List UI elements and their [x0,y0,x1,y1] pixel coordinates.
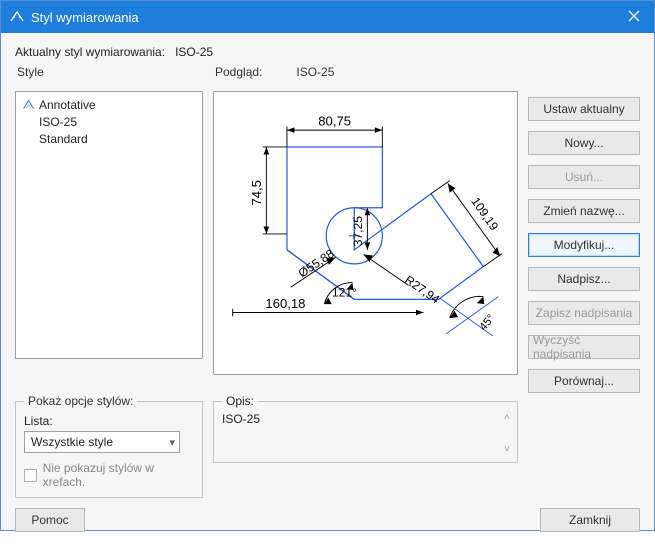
filter-legend: Pokaż opcje stylów: [24,394,137,408]
filter-group: Pokaż opcje stylów: Lista: Wszystkie sty… [15,401,203,498]
dim-label: R27,94 [402,273,442,307]
filter-combo-value: Wszystkie style [31,435,113,449]
description-group: Opis: ISO-25 ˄ ˅ [213,401,518,463]
preview-box: 80,75 74,5 37,25 R27,94 [213,91,518,375]
preview-header: Podgląd: [215,65,262,79]
scroll-down-icon: ˅ [501,444,513,456]
new-button[interactable]: Nowy... [528,131,640,155]
dim-label: 160,18 [265,296,305,311]
app-icon [9,9,25,25]
set-current-button[interactable]: Ustaw aktualny [528,97,640,121]
list-item-label: Annotative [39,98,96,112]
dim-label: 80,75 [318,113,351,128]
current-style-label: Aktualny styl wymiarowania: [15,45,165,59]
preview-drawing: 80,75 74,5 37,25 R27,94 [214,92,517,374]
list-item[interactable]: ISO-25 [22,113,196,130]
list-item[interactable]: Standard [22,130,196,147]
dim-label: 74,5 [249,180,264,205]
description-scrollbar[interactable]: ˄ ˅ [501,412,513,456]
filter-list-label: Lista: [24,414,194,428]
window-title: Styl wymiarowania [31,10,139,25]
dialog-window: Styl wymiarowania Aktualny styl wymiarow… [0,0,655,531]
styles-header: Style [15,65,203,83]
dim-label: Ø55,88 [296,246,337,280]
description-legend: Opis: [222,394,258,408]
dim-label: 37,25 [351,216,365,247]
chevron-down-icon: ▾ [169,436,175,449]
scroll-up-icon: ˄ [501,412,513,424]
delete-button[interactable]: Usuń... [528,165,640,189]
list-item-label: ISO-25 [22,115,77,129]
current-style-value: ISO-25 [175,45,213,59]
preview-style-name: ISO-25 [296,65,334,79]
compare-button[interactable]: Porównaj... [528,369,640,393]
style-list[interactable]: Annotative ISO-25 Standard [15,91,203,359]
list-item[interactable]: Annotative [22,96,196,113]
description-text: ISO-25 [222,412,509,426]
list-item-label: Standard [22,132,88,146]
hide-xref-label: Nie pokazuj stylów w xrefach. [43,461,194,489]
title-bar: Styl wymiarowania [1,1,654,33]
clear-overrides-button[interactable]: Wyczyść nadpisania [528,335,640,359]
button-column: Ustaw aktualny Nowy... Usuń... Zmień naz… [528,91,640,393]
close-button[interactable] [614,1,654,33]
dim-label: 121° [332,286,357,300]
override-button[interactable]: Nadpisz... [528,267,640,291]
dim-label: 45° [477,312,497,333]
close-dialog-button[interactable]: Zamknij [540,508,640,532]
hide-xref-checkbox[interactable] [24,469,37,482]
dim-label: 109,19 [468,195,501,234]
annotative-icon [22,98,35,111]
save-overrides-button[interactable]: Zapisz nadpisania [528,301,640,325]
close-icon [628,9,640,26]
modify-button[interactable]: Modyfikuj... [528,233,640,257]
help-button[interactable]: Pomoc [15,508,85,532]
rename-button[interactable]: Zmień nazwę... [528,199,640,223]
filter-combo[interactable]: Wszystkie style ▾ [24,431,180,453]
